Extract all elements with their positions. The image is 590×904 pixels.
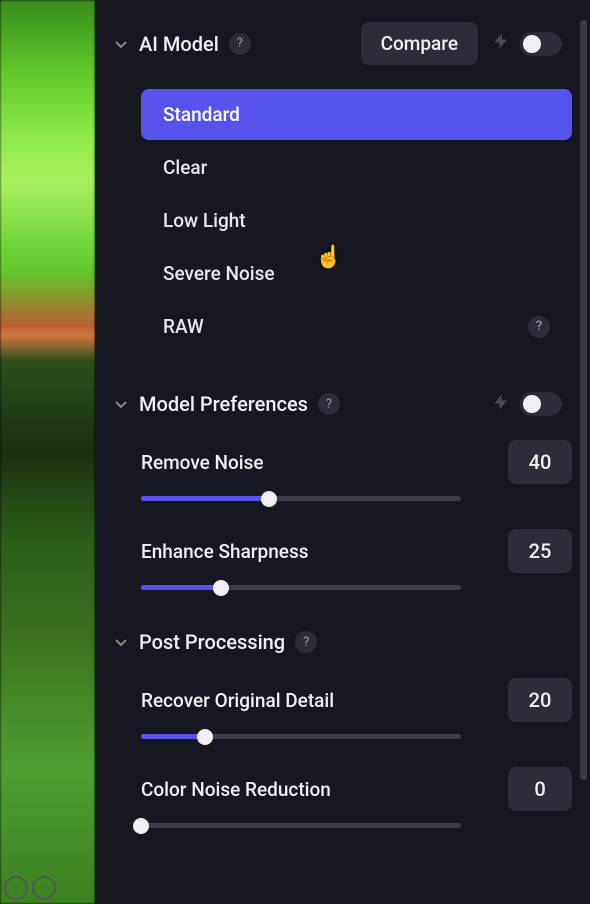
model-prefs-title: Model Preferences xyxy=(139,392,308,416)
slider-color-noise-reduction: Color Noise Reduction 0 xyxy=(141,767,572,828)
compare-button[interactable]: Compare xyxy=(361,22,478,65)
help-icon[interactable]: ? xyxy=(528,316,550,338)
bottom-status-icons: •• — xyxy=(4,876,56,900)
chevron-down-icon[interactable] xyxy=(113,396,129,412)
post-proc-section-header: Post Processing ? xyxy=(113,630,572,654)
model-item-standard[interactable]: Standard xyxy=(141,89,572,140)
slider-label: Recover Original Detail xyxy=(141,689,334,712)
background-preview xyxy=(0,0,95,904)
toggle-knob xyxy=(523,395,541,413)
scrollbar[interactable] xyxy=(580,20,587,780)
model-item-label: Standard xyxy=(163,103,240,126)
model-item-severe-noise[interactable]: Severe Noise xyxy=(141,248,572,299)
ai-model-title: AI Model xyxy=(139,32,219,56)
model-item-label: Severe Noise xyxy=(163,262,275,285)
help-icon[interactable]: ? xyxy=(229,33,251,55)
slider-track[interactable] xyxy=(141,585,461,590)
model-prefs-sliders: Remove Noise 40 Enhance Sharpness 25 xyxy=(141,440,572,590)
slider-recover-detail: Recover Original Detail 20 xyxy=(141,678,572,739)
ai-model-toggle[interactable] xyxy=(520,32,562,56)
help-icon[interactable]: ? xyxy=(295,631,317,653)
model-item-low-light[interactable]: Low Light xyxy=(141,195,572,246)
model-item-label: Clear xyxy=(163,156,207,179)
chevron-down-icon[interactable] xyxy=(113,634,129,650)
post-proc-title: Post Processing xyxy=(139,630,285,654)
slider-thumb[interactable] xyxy=(261,491,277,507)
slider-track[interactable] xyxy=(141,734,461,739)
slider-fill xyxy=(141,734,205,739)
slider-thumb[interactable] xyxy=(197,729,213,745)
slider-label: Color Noise Reduction xyxy=(141,778,331,801)
slider-value-input[interactable]: 25 xyxy=(508,529,572,573)
model-item-label: RAW xyxy=(163,315,204,338)
slider-label: Enhance Sharpness xyxy=(141,540,309,563)
slider-track[interactable] xyxy=(141,823,461,828)
slider-enhance-sharpness: Enhance Sharpness 25 xyxy=(141,529,572,590)
status-circle-icon: — xyxy=(32,876,56,900)
chevron-down-icon[interactable] xyxy=(113,36,129,52)
model-prefs-section-header: Model Preferences ? xyxy=(113,392,572,416)
slider-value-input[interactable]: 20 xyxy=(508,678,572,722)
help-icon[interactable]: ? xyxy=(318,393,340,415)
slider-value-input[interactable]: 40 xyxy=(508,440,572,484)
post-proc-sliders: Recover Original Detail 20 Color Noise R… xyxy=(141,678,572,828)
slider-value-input[interactable]: 0 xyxy=(508,767,572,811)
bolt-icon xyxy=(492,393,510,416)
model-item-label: Low Light xyxy=(163,209,246,232)
toggle-knob xyxy=(523,35,541,53)
ai-model-section-header: AI Model ? Compare xyxy=(113,22,572,65)
status-circle-icon: •• xyxy=(4,876,28,900)
model-item-clear[interactable]: Clear xyxy=(141,142,572,193)
slider-thumb[interactable] xyxy=(213,580,229,596)
settings-panel: AI Model ? Compare Standard Clear Low Li… xyxy=(95,0,590,904)
slider-fill xyxy=(141,496,269,501)
slider-label: Remove Noise xyxy=(141,451,264,474)
slider-remove-noise: Remove Noise 40 xyxy=(141,440,572,501)
slider-track[interactable] xyxy=(141,496,461,501)
model-item-raw[interactable]: RAW ? xyxy=(141,301,572,352)
bolt-icon xyxy=(492,32,510,55)
slider-fill xyxy=(141,585,221,590)
ai-model-list: Standard Clear Low Light Severe Noise RA… xyxy=(141,89,572,352)
model-prefs-toggle[interactable] xyxy=(520,392,562,416)
slider-thumb[interactable] xyxy=(133,818,149,834)
